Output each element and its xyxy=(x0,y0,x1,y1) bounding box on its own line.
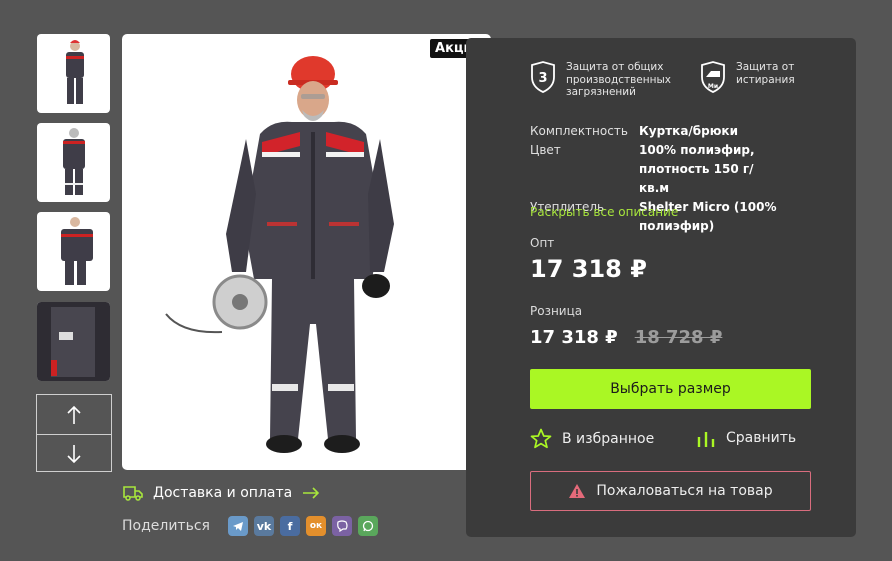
feature-dirt-protection: 3 Защита от общих производственных загря… xyxy=(530,61,676,99)
thumbnail-back[interactable] xyxy=(37,123,110,202)
vk-icon[interactable]: vk xyxy=(254,516,274,536)
gallery-nav xyxy=(36,394,112,472)
feature-abrasion-text: Защита от истирания xyxy=(736,61,795,86)
old-price: 18 728 ₽ xyxy=(634,327,723,348)
compare-button[interactable]: Сравнить xyxy=(696,428,796,448)
retail-price: 17 318 ₽ xyxy=(530,327,618,348)
wholesale-label: Опт xyxy=(530,236,555,250)
spec-row: Комплектность Куртка/брюки xyxy=(530,122,854,141)
compare-label: Сравнить xyxy=(726,430,797,446)
star-icon xyxy=(530,428,552,449)
gallery-up-button[interactable] xyxy=(37,395,111,434)
thumbnail-side[interactable] xyxy=(37,212,110,291)
retail-label: Розница xyxy=(530,304,583,318)
spec-row: Цвет 100% полиэфир, плотность 150 г/кв.м xyxy=(530,141,854,198)
spec-value: 100% полиэфир, плотность 150 г/кв.м xyxy=(639,143,755,195)
telegram-icon[interactable] xyxy=(228,516,248,536)
share-block: Поделиться vk f ок xyxy=(122,516,378,536)
arrow-up-icon xyxy=(67,405,81,424)
viber-icon[interactable] xyxy=(332,516,352,536)
whatsapp-icon[interactable] xyxy=(358,516,378,536)
favorite-button[interactable]: В избранное xyxy=(530,428,654,449)
feature-abrasion-protection: Ми Защита от истирания xyxy=(700,61,816,93)
facebook-icon[interactable]: f xyxy=(280,516,300,536)
product-info-panel: 3 Защита от общих производственных загря… xyxy=(466,38,856,537)
warning-icon xyxy=(569,484,586,498)
spec-key: Комплектность xyxy=(530,124,628,138)
delivery-link[interactable]: Доставка и оплата xyxy=(123,485,320,501)
expand-description-link[interactable]: Раскрыть все описание xyxy=(530,205,678,219)
arrow-down-icon xyxy=(67,445,81,464)
choose-size-button[interactable]: Выбрать размер xyxy=(530,369,811,409)
product-photo xyxy=(165,56,394,453)
compare-icon xyxy=(697,432,715,447)
vk-text: vk xyxy=(256,519,272,533)
svg-text:Ми: Ми xyxy=(708,83,718,90)
thumbnail-front[interactable] xyxy=(37,34,110,113)
gallery-down-button[interactable] xyxy=(37,434,111,473)
ok-text: ок xyxy=(309,521,323,531)
spec-key: Цвет xyxy=(530,143,561,157)
svg-text:3: 3 xyxy=(538,71,547,86)
social-links: vk f ок xyxy=(228,516,378,536)
report-label: Пожаловаться на товар xyxy=(596,483,773,499)
favorite-label: В избранное xyxy=(562,430,655,447)
spec-value: Куртка/брюки xyxy=(639,124,738,138)
feature-dirt-text: Защита от общих производственных загрязн… xyxy=(566,61,672,98)
fb-text: f xyxy=(287,519,293,533)
share-label: Поделиться xyxy=(122,518,210,534)
shield-3-icon: 3 xyxy=(531,61,555,93)
delivery-label: Доставка и оплата xyxy=(153,485,293,501)
abrasion-icon: Ми xyxy=(701,61,725,93)
product-main-image[interactable]: Акция xyxy=(122,34,491,470)
arrow-right-icon xyxy=(303,487,320,499)
thumbnail-detail[interactable] xyxy=(37,302,110,381)
odnoklassniki-icon[interactable]: ок xyxy=(306,516,326,536)
wholesale-price: 17 318 ₽ xyxy=(530,255,647,283)
truck-icon xyxy=(123,486,143,501)
report-product-button[interactable]: Пожаловаться на товар xyxy=(530,471,811,511)
retail-prices: 17 318 ₽ 18 728 ₽ xyxy=(530,327,722,348)
